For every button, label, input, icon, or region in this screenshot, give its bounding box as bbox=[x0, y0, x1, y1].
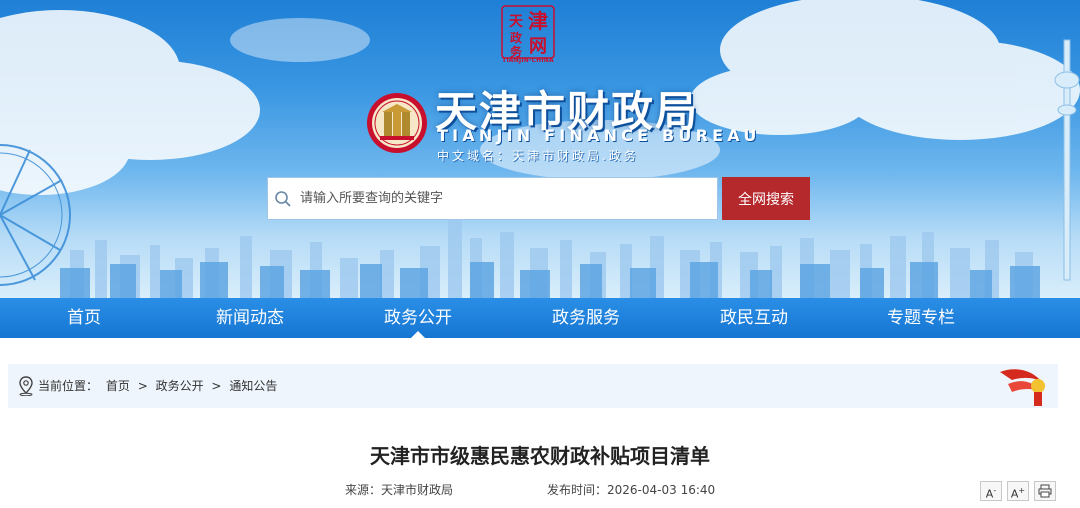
publish-time-value: 2026-04-03 16:40 bbox=[607, 483, 716, 497]
font-increase-button[interactable]: A+ bbox=[1007, 481, 1029, 501]
main-nav: 首页 新闻动态 政务公开 政务服务 政民互动 专题专栏 bbox=[0, 298, 1080, 339]
breadcrumb-separator: > bbox=[137, 379, 148, 393]
font-decrease-button[interactable]: A- bbox=[980, 481, 1002, 501]
font-decrease-sign: - bbox=[993, 486, 997, 495]
search-input[interactable] bbox=[296, 178, 706, 219]
breadcrumb: 当前位置： 首页 > 政务公开 > 通知公告 bbox=[8, 364, 1058, 408]
nav-item-public-interaction[interactable]: 政民互动 bbox=[670, 298, 838, 338]
font-increase-sign: + bbox=[1018, 486, 1026, 495]
article-source: 来源：天津市财政局 bbox=[345, 481, 453, 498]
breadcrumb-prefix: 当前位置： bbox=[38, 379, 99, 393]
site-title-english: TIANJIN FINANCE BUREAU bbox=[437, 126, 761, 145]
search-icon bbox=[274, 188, 296, 210]
location-pin-icon bbox=[19, 376, 33, 396]
nav-item-government-services[interactable]: 政务服务 bbox=[502, 298, 670, 338]
header-banner: 津 天 政 务 网 TIANJIN·CHINA 天津市财政局 TIANJIN F… bbox=[0, 0, 1080, 298]
breadcrumb-trail: 当前位置： 首页 > 政务公开 > 通知公告 bbox=[38, 364, 281, 408]
svg-text:天: 天 bbox=[509, 14, 524, 30]
source-label: 来源： bbox=[345, 483, 382, 497]
seal-caption: TIANJIN·CHINA bbox=[502, 57, 554, 64]
article-title: 天津市市级惠民惠农财政补贴项目清单 bbox=[370, 444, 710, 468]
breadcrumb-government-affairs-link[interactable]: 政务公开 bbox=[156, 379, 204, 393]
breadcrumb-home-link[interactable]: 首页 bbox=[106, 379, 130, 393]
print-button[interactable] bbox=[1034, 481, 1056, 501]
svg-text:津: 津 bbox=[528, 9, 548, 33]
printer-icon bbox=[1038, 484, 1052, 498]
breadcrumb-notices-link[interactable]: 通知公告 bbox=[229, 379, 277, 393]
chinese-domain-name: 中文域名：天津市财政局.政务 bbox=[437, 149, 639, 163]
site-search-button[interactable]: 全网搜索 bbox=[722, 177, 810, 220]
breadcrumb-separator: > bbox=[211, 379, 222, 393]
article-publish-time: 发布时间：2026-04-03 16:40 bbox=[547, 481, 715, 498]
publish-time-label: 发布时间： bbox=[547, 483, 608, 497]
search-box bbox=[267, 177, 718, 220]
svg-text:政: 政 bbox=[510, 30, 523, 45]
svg-text:网: 网 bbox=[529, 36, 547, 57]
ribbon-emblem-decoration bbox=[1000, 369, 1045, 406]
finance-bureau-emblem-icon bbox=[367, 93, 427, 153]
nav-item-special-topics[interactable]: 专题专栏 bbox=[837, 298, 1005, 338]
nav-item-government-affairs[interactable]: 政务公开 bbox=[334, 298, 502, 339]
nav-item-home[interactable]: 首页 bbox=[0, 298, 168, 338]
source-value: 天津市财政局 bbox=[381, 483, 454, 497]
nav-item-news[interactable]: 新闻动态 bbox=[166, 298, 334, 338]
